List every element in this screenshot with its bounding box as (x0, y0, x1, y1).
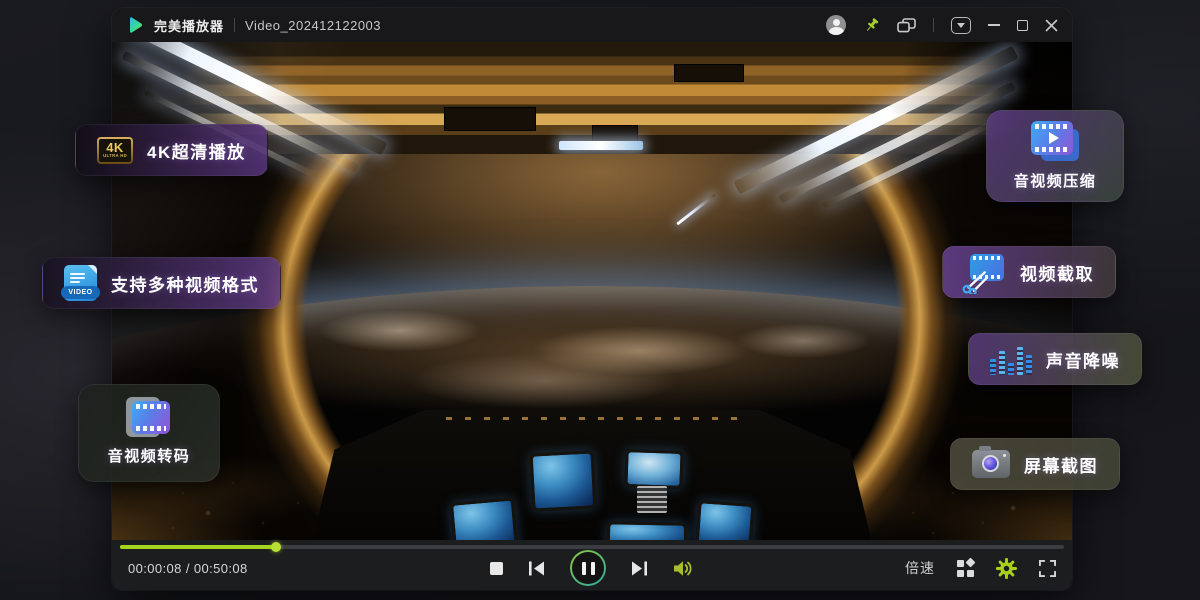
pause-button[interactable] (570, 550, 606, 586)
pin-icon[interactable] (863, 17, 880, 34)
next-button[interactable] (631, 561, 648, 576)
playback-speed-button[interactable]: 倍速 (905, 558, 935, 578)
camera-icon (972, 450, 1010, 478)
feature-label: 音视频压缩 (1014, 170, 1097, 191)
feature-label: 4K超清播放 (147, 138, 246, 163)
maximize-button[interactable] (1017, 20, 1028, 31)
titlebar-actions (826, 15, 1058, 35)
desktop-background: 完美播放器 Video_202412122003 (0, 0, 1200, 600)
settings-gear-icon[interactable] (996, 558, 1017, 579)
video-file-icon: VIDEO (64, 265, 97, 301)
close-button[interactable] (1045, 19, 1058, 32)
feature-badge-screenshot[interactable]: 屏幕截图 (950, 438, 1120, 490)
titlebar-divider (933, 18, 934, 32)
feature-badge-compress[interactable]: 音视频压缩 (986, 110, 1124, 202)
feature-label: 音视频转码 (108, 445, 191, 466)
feature-label: 视频截取 (1020, 260, 1094, 285)
fullscreen-icon[interactable] (1039, 560, 1056, 577)
titlebar-divider (234, 18, 235, 32)
apps-grid-icon[interactable] (957, 560, 974, 577)
user-avatar[interactable] (826, 15, 846, 35)
controls-row: 00:00:08 / 00:50:08 (128, 551, 1056, 585)
feature-label: 屏幕截图 (1024, 452, 1098, 477)
film-scissors-icon (964, 254, 1006, 290)
feature-badge-denoise[interactable]: 声音降噪 (968, 333, 1142, 385)
feature-label: 支持多种视频格式 (111, 271, 259, 296)
feature-badge-video-formats[interactable]: VIDEO 支持多种视频格式 (42, 257, 281, 309)
feature-label: 声音降噪 (1046, 347, 1120, 372)
player-controls: 00:00:08 / 00:50:08 (112, 540, 1072, 590)
stop-button[interactable] (490, 562, 503, 575)
app-title: 完美播放器 (154, 16, 224, 35)
audio-equalizer-icon (990, 343, 1032, 375)
feature-badge-transcode[interactable]: 音视频转码 (78, 384, 220, 482)
progress-bar[interactable] (120, 545, 1064, 549)
feature-badge-4k-playback[interactable]: 4K ULTRA HD 4K超清播放 (75, 124, 268, 176)
titlebar: 完美播放器 Video_202412122003 (112, 8, 1072, 42)
4k-ultra-hd-icon: 4K ULTRA HD (97, 137, 133, 164)
video-filename: Video_202412122003 (245, 18, 381, 33)
picture-in-picture-icon[interactable] (897, 18, 916, 33)
filmstrip-play-icon (1031, 121, 1079, 161)
progress-fill (120, 545, 276, 549)
minimize-button[interactable] (988, 24, 1000, 26)
feature-badge-video-clip[interactable]: 视频截取 (942, 246, 1116, 298)
previous-button[interactable] (528, 561, 545, 576)
player-options: 倍速 (905, 558, 1056, 579)
dropdown-chevron-icon[interactable] (951, 17, 971, 34)
app-logo-icon (126, 16, 144, 34)
filmstrip-icon (127, 400, 171, 436)
volume-icon[interactable] (673, 560, 694, 577)
time-display: 00:00:08 / 00:50:08 (128, 561, 248, 576)
transport-controls (490, 550, 694, 586)
